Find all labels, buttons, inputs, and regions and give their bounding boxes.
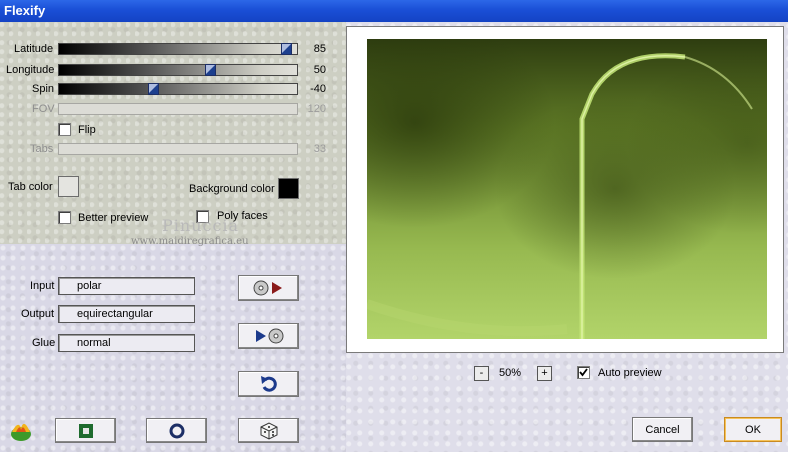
flip-label: Flip [78,124,96,136]
fov-label: FOV [32,103,55,115]
checkmark-icon [579,368,588,377]
input-label: Input [30,280,55,292]
auto-preview-label: Auto preview [598,367,662,379]
longitude-slider[interactable] [58,64,298,76]
preview-image[interactable] [367,39,767,339]
longitude-slider-thumb[interactable] [205,64,216,76]
output-field[interactable]: equirectangular [58,305,195,323]
tabs-value: 33 [313,143,326,155]
window-title: Flexify [4,3,46,18]
latitude-slider[interactable] [58,43,298,55]
reset-button[interactable] [238,371,299,397]
spin-slider-thumb[interactable] [148,83,159,95]
cancel-button[interactable]: Cancel [632,417,693,442]
undo-arrow-icon [260,376,277,392]
tab-color-label: Tab color [8,181,53,193]
spin-slider[interactable] [58,83,298,95]
input-field[interactable]: polar [58,277,195,295]
flaming-pear-icon[interactable] [8,418,34,445]
tabs-slider[interactable] [58,143,298,155]
auto-preview-checkbox[interactable] [577,366,590,379]
random-button[interactable] [238,418,299,443]
tabs-label: Tabs [30,143,54,155]
latitude-slider-thumb[interactable] [281,43,292,55]
zoom-in-button[interactable]: + [537,366,552,381]
circle-shape-button[interactable] [146,418,207,443]
dice-icon [260,421,277,440]
square-shape-button[interactable] [55,418,116,443]
preview-frame [346,26,784,353]
glue-label: Glue [32,337,56,349]
better-preview-label: Better preview [78,212,149,224]
glue-field[interactable]: normal [58,334,195,352]
ok-button[interactable]: OK [724,417,782,442]
spin-value: -40 [310,83,326,95]
zoom-level: 50% [499,367,522,379]
background-color-swatch[interactable] [278,178,299,199]
output-label: Output [21,308,55,320]
parameters-panel [0,22,346,244]
disc-to-output-button[interactable] [238,275,299,301]
disc-play-icon [253,280,282,296]
fov-slider[interactable] [58,103,298,115]
window-title-bar: Flexify [0,0,788,22]
circle-icon [169,423,184,438]
fov-value: 120 [307,103,326,115]
background-color-label: Background color [189,183,275,195]
play-disc-icon [255,328,283,344]
square-icon [78,423,93,438]
spin-label: Spin [32,83,55,95]
zoom-out-button[interactable]: - [474,366,489,381]
tab-color-swatch[interactable] [58,176,79,197]
latitude-label: Latitude [14,43,54,55]
output-to-disc-button[interactable] [238,323,299,349]
flip-checkbox[interactable] [58,123,71,136]
latitude-value: 85 [313,43,326,55]
watermark-name: Pinuccia [162,216,240,235]
longitude-label: Longitude [6,64,55,76]
longitude-value: 50 [313,64,326,76]
watermark-url: www.maidiregrafica.eu [131,236,249,247]
better-preview-checkbox[interactable] [58,211,71,224]
